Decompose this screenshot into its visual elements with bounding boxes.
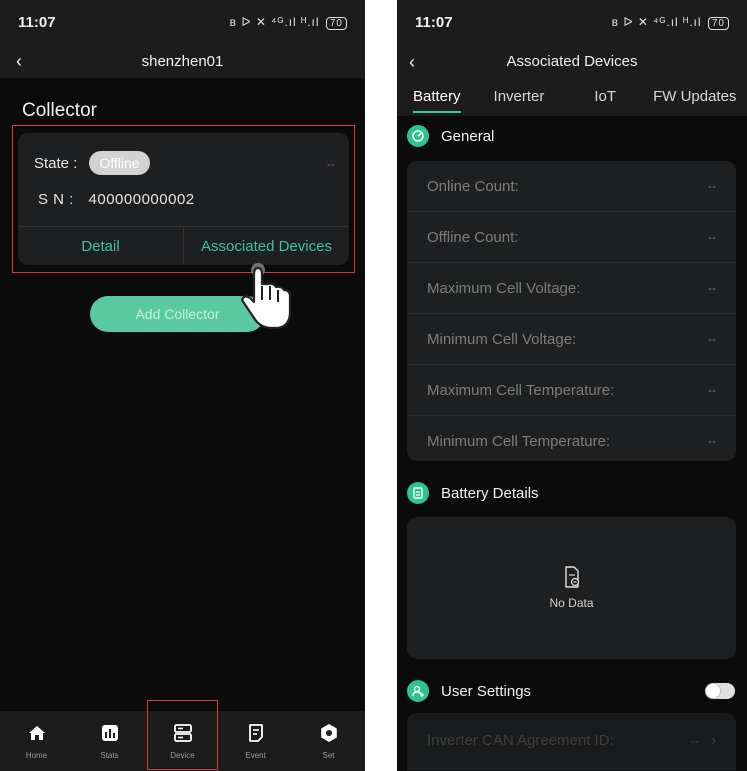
status-bar: 11:07 ʙ ᐅ ✕ ⁴ᴳ.ıl ᴴ.ıl 70 — [0, 0, 365, 44]
general-title: General — [441, 127, 495, 145]
nav-label: Stats — [100, 750, 119, 760]
back-button[interactable]: ‹ — [16, 51, 22, 72]
general-card: Online Count: -- Offline Count: -- Maximum… — [407, 161, 736, 461]
pointer-hand-icon — [240, 263, 292, 330]
list-item: Maximum Cell Voltage: -- — [407, 263, 736, 314]
highlight-box — [12, 125, 355, 273]
row-value: -- — [708, 230, 716, 244]
section-title-collector: Collector — [22, 100, 97, 121]
row-value: -- — [708, 281, 716, 295]
header: ‹ Associated Devices Battery Inverter Io… — [397, 44, 747, 116]
row-label: Minimum Cell Temperature: — [427, 432, 611, 450]
tab-bar: Battery Inverter IoT FW Updates — [397, 88, 747, 113]
row-value: -- — [690, 734, 699, 748]
user-settings-toggle[interactable] — [705, 683, 735, 699]
gauge-icon — [407, 125, 429, 147]
battery-icon — [407, 482, 429, 504]
battery-details-card: No Data — [407, 517, 736, 659]
row-label: Minimum Cell Voltage: — [427, 330, 577, 348]
chevron-right-icon: › — [711, 732, 716, 749]
tab-fw-updates[interactable]: FW Updates — [653, 88, 736, 113]
row-label: Offline Count: — [427, 228, 519, 246]
stats-icon — [101, 724, 118, 741]
user-settings-section-header: User Settings — [407, 680, 531, 702]
status-bar: 11:07 ʙ ᐅ ✕ ⁴ᴳ.ıl ᴴ.ıl 70 — [397, 0, 747, 44]
list-item: Offline Count: -- — [407, 212, 736, 263]
list-item[interactable]: Inverter CAN Agreement ID: -- › — [407, 713, 736, 769]
general-section-header: General — [407, 125, 494, 147]
status-time: 11:07 — [415, 13, 453, 31]
user-settings-card: Inverter CAN Agreement ID: -- › — [407, 713, 736, 771]
toggle-knob — [706, 684, 720, 698]
list-item: Maximum Cell Temperature: -- — [407, 365, 736, 416]
event-icon — [248, 723, 263, 742]
device-highlight-box — [147, 700, 218, 770]
home-icon — [28, 725, 45, 740]
battery-indicator: 70 — [325, 16, 347, 30]
status-time: 11:07 — [18, 13, 56, 31]
nav-label: Event — [245, 750, 266, 760]
user-settings-title: User Settings — [441, 682, 532, 700]
list-item: Online Count: -- — [407, 161, 736, 212]
nav-set[interactable]: Set — [292, 711, 365, 771]
signal-icons: ʙ ᐅ ✕ ⁴ᴳ.ıl ᴴ.ıl — [611, 14, 702, 29]
page-title: Associated Devices — [506, 53, 638, 70]
row-label: Inverter CAN Agreement ID: — [427, 732, 614, 749]
row-value: -- — [708, 383, 716, 397]
signal-icons: ʙ ᐅ ✕ ⁴ᴳ.ıl ᴴ.ıl — [229, 14, 320, 29]
header: ‹ shenzhen01 — [0, 44, 365, 78]
battery-details-title: Battery Details — [441, 484, 539, 502]
list-item: Minimum Cell Temperature: -- — [407, 416, 736, 466]
battery-details-section-header: Battery Details — [407, 482, 539, 504]
battery-indicator: 70 — [707, 16, 729, 30]
row-label: Maximum Cell Voltage: — [427, 279, 581, 297]
nav-stats[interactable]: Stats — [73, 711, 146, 771]
tab-inverter[interactable]: Inverter — [494, 88, 545, 113]
nav-label: Home — [25, 750, 48, 760]
row-value: -- — [708, 434, 716, 448]
nav-event[interactable]: Event — [219, 711, 292, 771]
no-data-text: No Data — [549, 596, 594, 610]
list-item: Minimum Cell Voltage: -- — [407, 314, 736, 365]
left-phone-screen: 11:07 ʙ ᐅ ✕ ⁴ᴳ.ıl ᴴ.ıl 70 ‹ shenzhen01 C… — [0, 0, 365, 771]
settings-icon — [320, 723, 337, 742]
right-phone-screen: 11:07 ʙ ᐅ ✕ ⁴ᴳ.ıl ᴴ.ıl 70 ‹ Associated D… — [397, 0, 747, 771]
row-value: -- — [708, 332, 716, 346]
status-icons: ʙ ᐅ ✕ ⁴ᴳ.ıl ᴴ.ıl 70 — [230, 15, 347, 30]
no-data-icon — [564, 566, 579, 588]
row-value-group: -- › — [691, 732, 716, 749]
page-title: shenzhen01 — [141, 52, 224, 70]
status-icons: ʙ ᐅ ✕ ⁴ᴳ.ıl ᴴ.ıl 70 — [612, 15, 729, 30]
row-label: Maximum Cell Temperature: — [427, 381, 615, 399]
row-value: -- — [708, 179, 716, 193]
tab-iot[interactable]: IoT — [594, 88, 616, 113]
user-settings-icon — [407, 680, 429, 702]
tab-battery[interactable]: Battery — [413, 88, 461, 113]
row-label: Online Count: — [427, 177, 519, 195]
nav-home[interactable]: Home — [0, 711, 73, 771]
nav-label: Set — [322, 750, 335, 760]
